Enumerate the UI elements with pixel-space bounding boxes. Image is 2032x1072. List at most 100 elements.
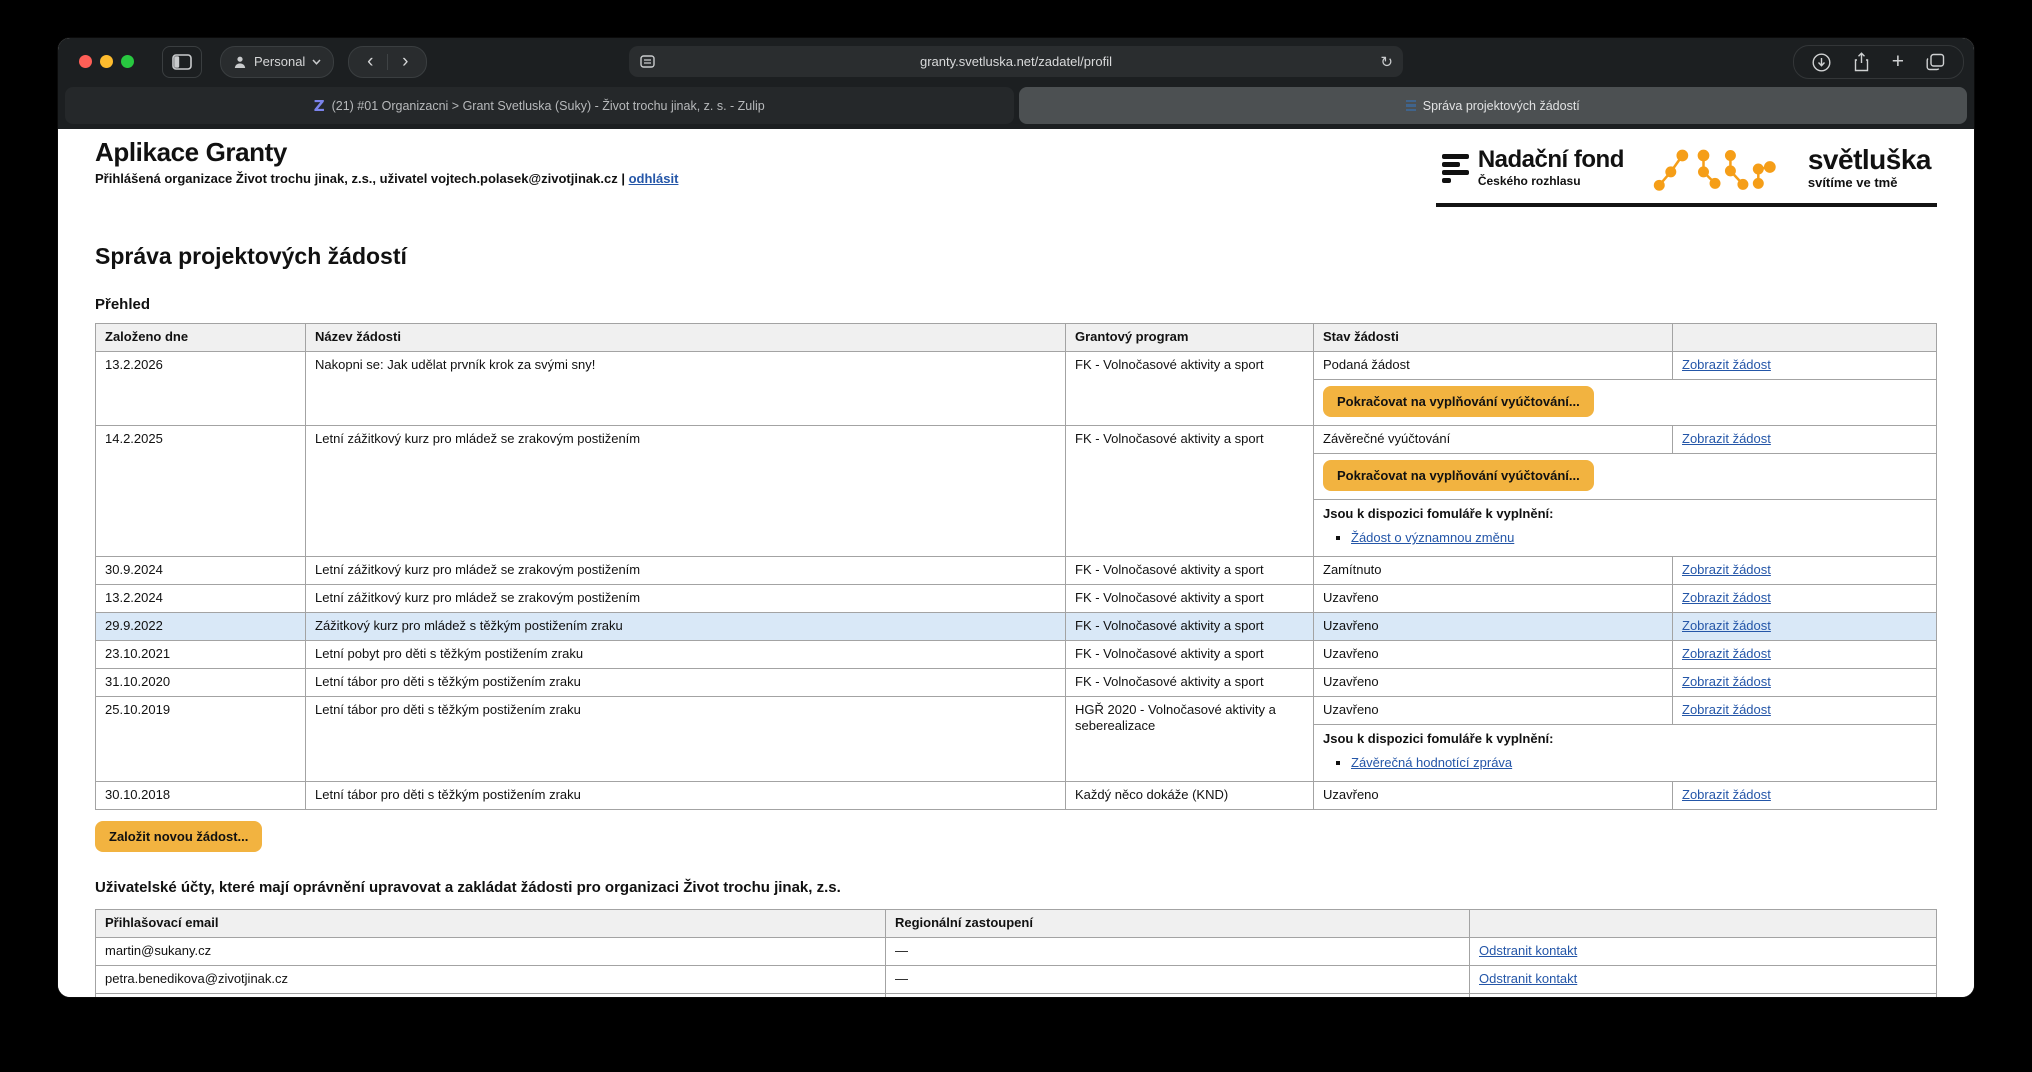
status-line: UzavřenoZobrazit žádost (1314, 585, 1936, 612)
view-request-link[interactable]: Zobrazit žádost (1682, 590, 1771, 605)
share-button[interactable] (1853, 52, 1870, 72)
overview-heading: Přehled (95, 296, 1937, 313)
request-row: 14.2.2025Letní zážitkový kurz pro mládež… (96, 425, 1936, 556)
request-program: FK - Volnočasové aktivity a sport (1066, 641, 1314, 668)
column-header: Regionální zastoupení (886, 910, 1470, 937)
profile-switcher[interactable]: Personal (220, 46, 334, 78)
user-remove-cell (1470, 994, 1936, 997)
status-line: Zamítnuto Zobrazit žádost (1314, 557, 1936, 584)
view-request-link[interactable]: Zobrazit žádost (1682, 357, 1771, 372)
request-status-cell: UzavřenoZobrazit žádost (1314, 669, 1936, 696)
view-request-link[interactable]: Zobrazit žádost (1682, 702, 1771, 717)
forward-button[interactable]: › (388, 48, 422, 76)
continue-settlement-button[interactable]: Pokračovat na vyplňování vyúčtování... (1323, 460, 1594, 491)
page-settings-icon[interactable] (640, 55, 655, 68)
status-line: Závěrečné vyúčtování Zobrazit žádost (1314, 426, 1936, 453)
request-status: Závěrečné vyúčtování (1314, 426, 1673, 453)
request-row: 29.9.2022Zážitkový kurz pro mládež s těž… (96, 612, 1936, 640)
available-forms-area: Jsou k dispozici fomuláře k vyplnění:Žád… (1314, 499, 1936, 556)
request-row: 30.9.2024Letní zážitkový kurz pro mládež… (96, 556, 1936, 584)
minimize-window-button[interactable] (100, 55, 113, 68)
request-row: 13.2.2026Nakopni se: Jak udělat prvník k… (96, 351, 1936, 425)
nf-subtitle: Českého rozhlasu (1478, 174, 1624, 188)
status-line: UzavřenoZobrazit žádost (1314, 697, 1936, 724)
request-program: FK - Volnočasové aktivity a sport (1066, 613, 1314, 640)
downloads-button[interactable] (1812, 53, 1831, 72)
login-info: Přihlášená organizace Život trochu jinak… (95, 171, 678, 186)
column-header: Grantový program (1066, 324, 1314, 351)
tab-granty-active[interactable]: Správa projektových žádostí (1019, 87, 1968, 124)
request-date: 13.2.2026 (96, 352, 306, 425)
users-table: Přihlašovací email Regionální zastoupení… (95, 909, 1937, 997)
forms-list-item: Závěrečná hodnotící zpráva (1351, 755, 1927, 770)
user-remove-cell: Odstranit kontakt (1470, 966, 1936, 993)
request-status: Zamítnuto (1314, 557, 1673, 584)
close-window-button[interactable] (79, 55, 92, 68)
form-link[interactable]: Závěrečná hodnotící zpráva (1351, 755, 1512, 770)
request-date: 30.10.2018 (96, 782, 306, 809)
view-request-link[interactable]: Zobrazit žádost (1682, 787, 1771, 802)
toolbar-right-buttons: + (1793, 45, 1964, 79)
remove-contact-link[interactable]: Odstranit kontakt (1479, 943, 1577, 958)
sidebar-icon (172, 54, 192, 70)
view-request-cell: Zobrazit žádost (1673, 613, 1936, 640)
cesky-rozhlas-icon (1442, 154, 1469, 183)
logo-banner: Nadační fond Českého rozhlasu (1436, 139, 1937, 207)
column-header (1470, 910, 1936, 937)
zoom-window-button[interactable] (121, 55, 134, 68)
request-row: 31.10.2020Letní tábor pro děti s těžkým … (96, 668, 1936, 696)
forms-label: Jsou k dispozici fomuláře k vyplnění: (1323, 731, 1927, 746)
tab-zulip[interactable]: Z (21) #01 Organizacni > Grant Svetluska… (65, 87, 1014, 124)
fireflies-icon (1652, 143, 1780, 193)
request-date: 29.9.2022 (96, 613, 306, 640)
request-status-cell: UzavřenoZobrazit žádost (1314, 641, 1936, 668)
status-line: UzavřenoZobrazit žádost (1314, 782, 1936, 809)
view-request-cell: Zobrazit žádost (1673, 585, 1936, 612)
address-bar[interactable]: granty.svetluska.net/zadatel/profil ↻ (629, 46, 1403, 77)
tab-title: (21) #01 Organizacni > Grant Svetluska (… (332, 99, 765, 113)
nf-title: Nadační fond (1478, 148, 1624, 172)
view-request-link[interactable]: Zobrazit žádost (1682, 431, 1771, 446)
request-program: Každý něco dokáže (KND) (1066, 782, 1314, 809)
user-email: petra.benedikova@zivotjinak.cz (96, 966, 886, 993)
download-icon (1812, 53, 1831, 72)
request-program: FK - Volnočasové aktivity a sport (1066, 669, 1314, 696)
form-link[interactable]: Žádost o významnou změnu (1351, 530, 1514, 545)
new-request-button[interactable]: Založit novou žádost... (95, 821, 262, 852)
user-region: — (886, 938, 1470, 965)
request-name: Zážitkový kurz pro mládež s těžkým posti… (306, 613, 1066, 640)
tab-bar: Z (21) #01 Organizacni > Grant Svetluska… (58, 85, 1974, 129)
view-request-link[interactable]: Zobrazit žádost (1682, 674, 1771, 689)
svetluska-subtitle: svítíme ve tmě (1808, 175, 1931, 190)
remove-contact-link[interactable]: Odstranit kontakt (1479, 971, 1577, 986)
logout-link[interactable]: odhlásit (629, 171, 679, 186)
page-title: Správa projektových žádostí (95, 243, 1937, 270)
request-name: Letní pobyt pro děti s těžkým postižením… (306, 641, 1066, 668)
view-request-link[interactable]: Zobrazit žádost (1682, 646, 1771, 661)
request-date: 23.10.2021 (96, 641, 306, 668)
user-region: — (886, 994, 1470, 997)
new-tab-button[interactable]: + (1892, 52, 1904, 72)
column-header (1673, 324, 1936, 351)
tab-overview-button[interactable] (1926, 53, 1945, 71)
back-button[interactable]: ‹ (353, 48, 387, 76)
user-remove-cell: Odstranit kontakt (1470, 938, 1936, 965)
status-line: Podaná žádost Zobrazit žádost (1314, 352, 1936, 379)
reload-button[interactable]: ↻ (1380, 53, 1393, 71)
view-request-link[interactable]: Zobrazit žádost (1682, 618, 1771, 633)
sidebar-toggle-button[interactable] (162, 46, 202, 78)
continue-settlement-button[interactable]: Pokračovat na vyplňování vyúčtování... (1323, 386, 1594, 417)
request-name: Letní zážitkový kurz pro mládež se zrako… (306, 585, 1066, 612)
column-header: Název žádosti (306, 324, 1066, 351)
view-request-link[interactable]: Zobrazit žádost (1682, 562, 1771, 577)
request-status: Podaná žádost (1314, 352, 1673, 379)
browser-toolbar: Personal ‹ › granty.svetluska.n (58, 38, 1974, 85)
request-name: Letní tábor pro děti s těžkým postižením… (306, 669, 1066, 696)
view-request-cell: Zobrazit žádost (1673, 782, 1936, 809)
users-rows: martin@sukany.cz—Odstranit kontaktpetra.… (96, 937, 1936, 997)
users-heading: Uživatelské účty, které mají oprávnění u… (95, 879, 1937, 896)
request-status-cell: Podaná žádost Zobrazit žádost Pokračovat n… (1314, 352, 1936, 425)
request-status-cell: Zamítnuto Zobrazit žádost (1314, 557, 1936, 584)
request-name: Letní zážitkový kurz pro mládež se zrako… (306, 557, 1066, 584)
request-date: 25.10.2019 (96, 697, 306, 781)
